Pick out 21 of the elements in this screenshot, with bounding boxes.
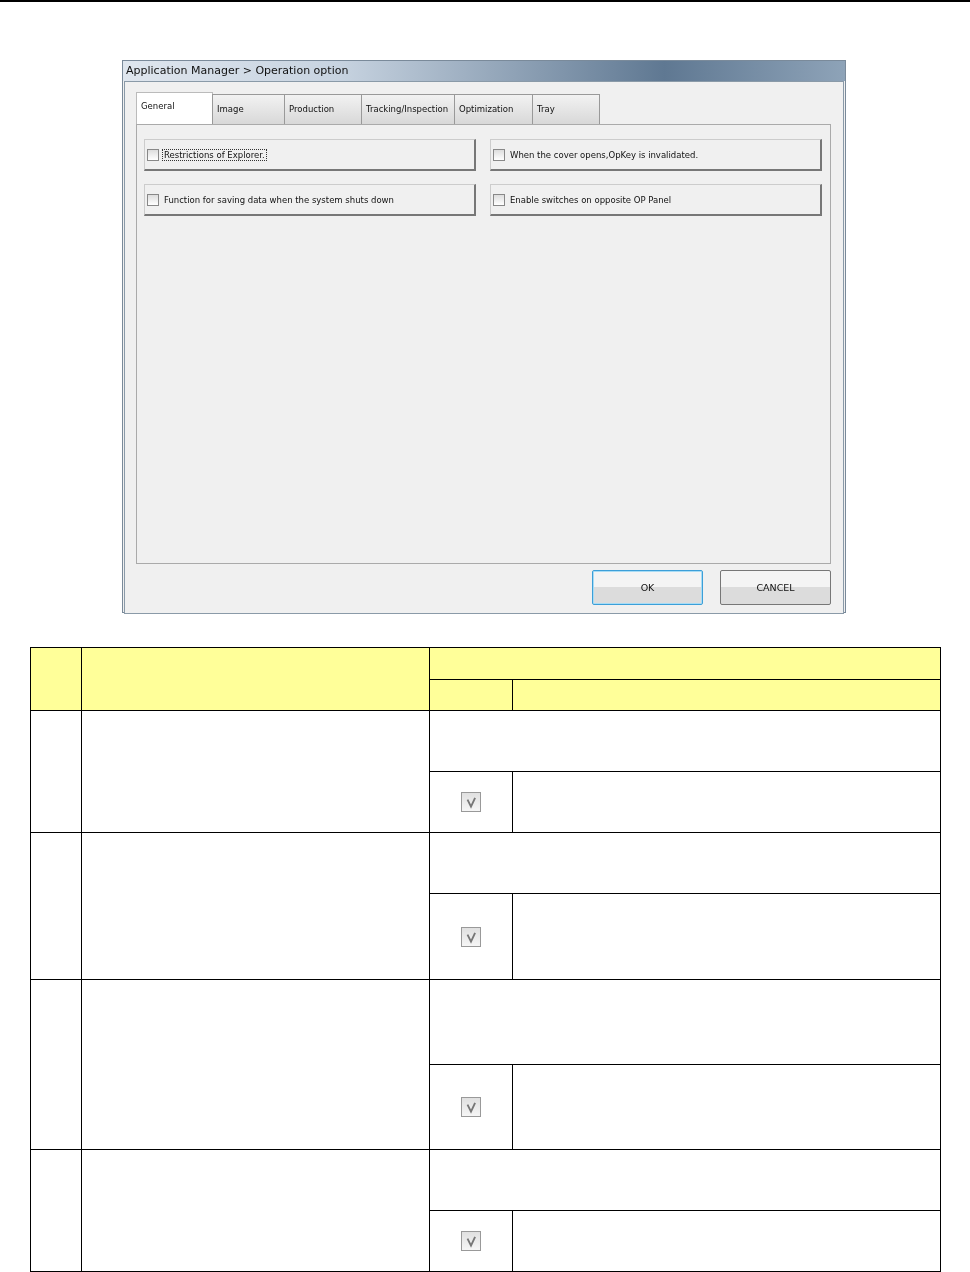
option-button[interactable]: Enable switches on opposite OP Panel (490, 184, 822, 216)
tab[interactable]: Tracking/Inspection (361, 94, 455, 124)
checkbox[interactable] (147, 193, 159, 206)
option-label: Function for saving data when the system shuts down (163, 193, 395, 206)
tab[interactable]: Image (212, 94, 285, 124)
checkbox[interactable] (493, 193, 505, 206)
option-button[interactable]: Restrictions of Explorer. (144, 139, 476, 171)
tab[interactable]: General (136, 92, 213, 124)
option-button[interactable]: When the cover opens,OpKey is invalidated. (490, 139, 822, 171)
window-title: Application Manager > Operation option (123, 61, 845, 81)
option-label: Enable switches on opposite OP Panel (509, 193, 673, 206)
cancel-button[interactable]: CANCEL (720, 570, 831, 605)
tab[interactable]: Tray (532, 94, 600, 124)
checkbox[interactable] (147, 148, 159, 161)
option-button[interactable]: Function for saving data when the system shuts down (144, 184, 476, 216)
option-label: Restrictions of Explorer. (162, 148, 267, 161)
option-label: When the cover opens,OpKey is invalidated. (509, 148, 700, 161)
ok-button[interactable]: OK (592, 570, 703, 605)
tab[interactable]: Production (284, 94, 362, 124)
tab[interactable]: Optimization (454, 94, 533, 124)
checkbox[interactable] (493, 148, 505, 161)
